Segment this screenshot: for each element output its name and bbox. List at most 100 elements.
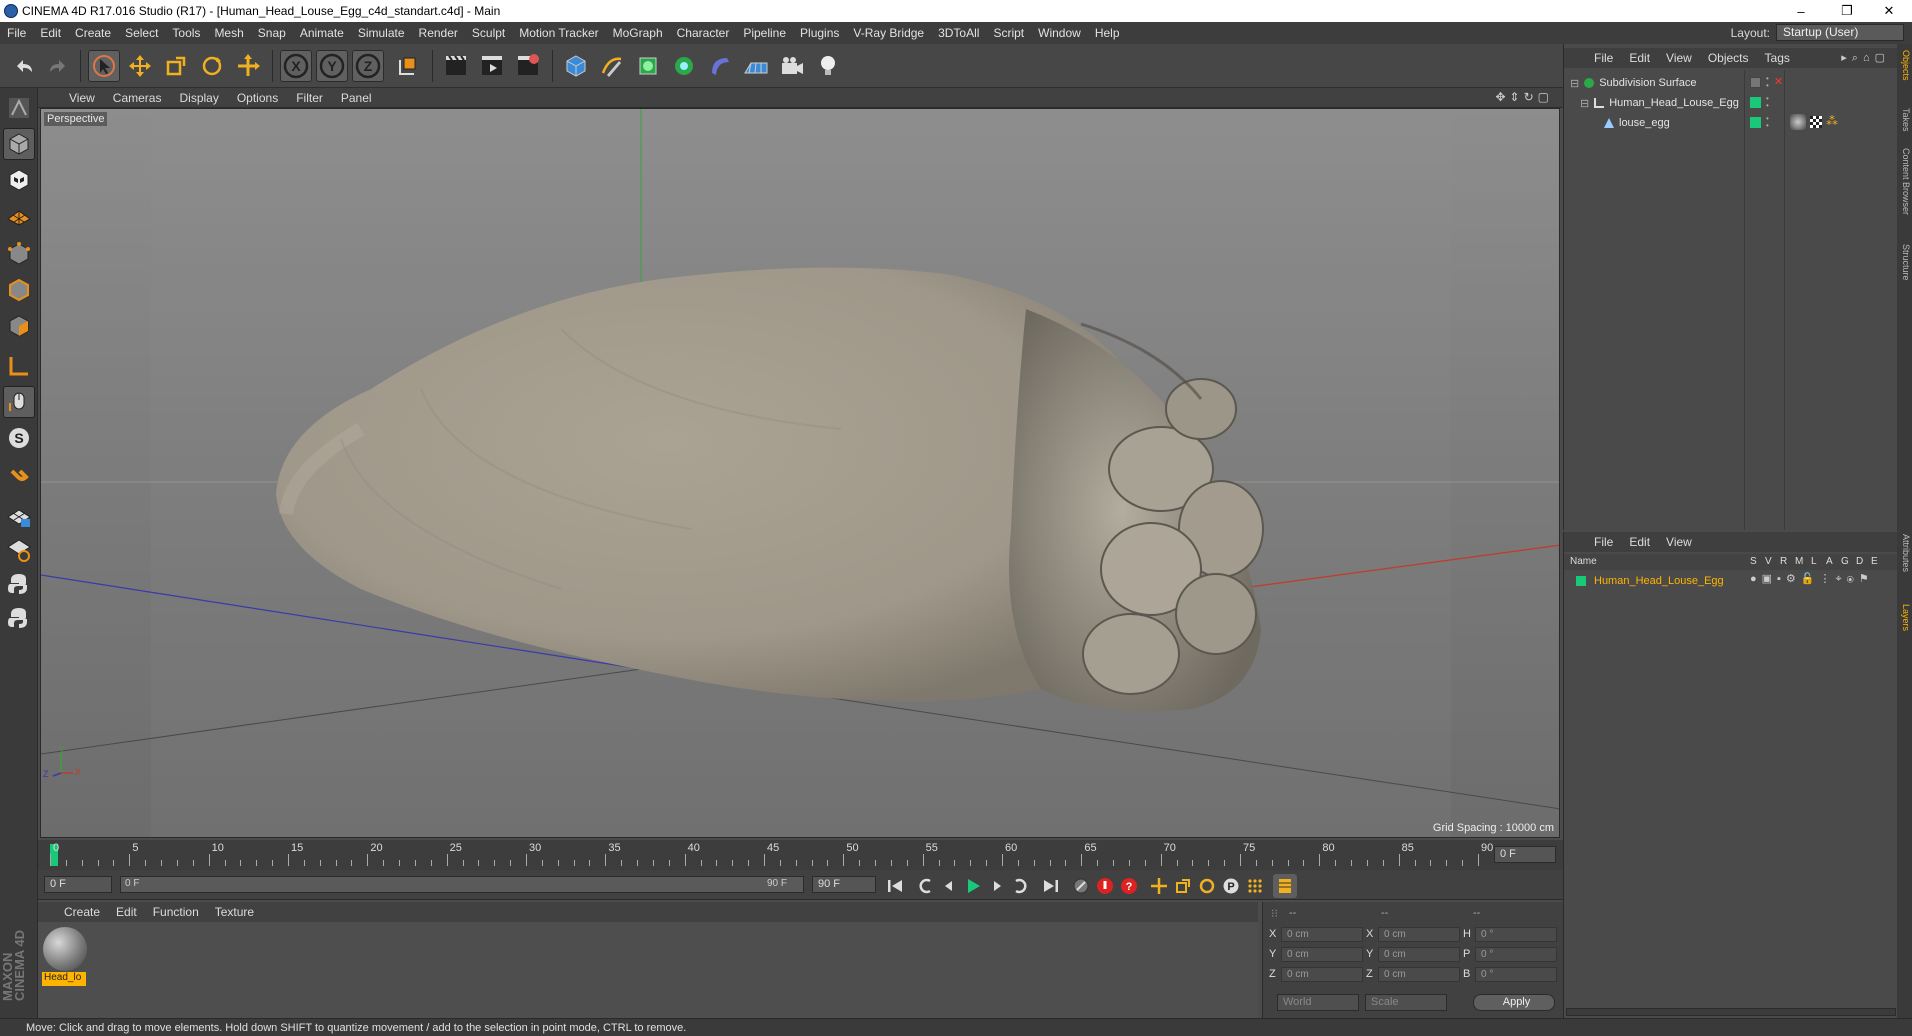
rotate-tool-icon[interactable]	[196, 50, 228, 82]
layer-column-solo[interactable]: S	[1750, 556, 1757, 567]
menu-render[interactable]: Render	[412, 26, 465, 40]
layer-column-generators[interactable]: G	[1841, 556, 1849, 567]
timeline-ruler[interactable]: 0 5 10 15 20 25 30 35 40 45 50 55 60 65 70 75 80 85 90 0 F	[38, 840, 1563, 870]
rotation-b-field[interactable]: 0 °	[1475, 967, 1557, 982]
object-menu-view[interactable]: View	[1658, 51, 1700, 65]
size-mode-select[interactable]: Scale	[1365, 994, 1447, 1011]
object-menu-tags[interactable]: Tags	[1757, 51, 1798, 65]
start-frame-field[interactable]: 0 F	[44, 876, 112, 893]
menu-select[interactable]: Select	[118, 26, 165, 40]
viewport-menu-display[interactable]: Display	[170, 91, 227, 105]
end-frame-field[interactable]: 90 F	[812, 876, 876, 893]
workplane-lock-icon[interactable]	[3, 500, 35, 532]
menu-plugins[interactable]: Plugins	[793, 26, 846, 40]
key-point-level-icon[interactable]	[1243, 874, 1267, 898]
material-tag-icon[interactable]	[1790, 114, 1806, 130]
layer-horizontal-scrollbar[interactable]	[1566, 1008, 1896, 1016]
menu-animate[interactable]: Animate	[293, 26, 351, 40]
coordinate-space-select[interactable]: World	[1277, 994, 1359, 1011]
viewport-menu-filter[interactable]: Filter	[287, 91, 332, 105]
side-tab-layers[interactable]: Layers	[1898, 604, 1911, 631]
scale-tool-icon[interactable]	[160, 50, 192, 82]
uvw-tag-icon[interactable]	[1810, 116, 1822, 128]
cloner-icon[interactable]	[668, 50, 700, 82]
go-to-start-icon[interactable]	[883, 874, 907, 898]
y-axis-lock-icon[interactable]: Y	[316, 50, 348, 82]
edges-mode-icon[interactable]	[3, 274, 35, 306]
workplane-mode-icon[interactable]	[3, 200, 35, 232]
layer-column-manager[interactable]: M	[1795, 556, 1803, 567]
record-active-objects-icon[interactable]	[1093, 874, 1117, 898]
live-selection-icon[interactable]	[88, 50, 120, 82]
locked-workplane-icon[interactable]	[3, 534, 35, 566]
menu-vray-bridge[interactable]: V-Ray Bridge	[846, 26, 931, 40]
layer-toggle-icons[interactable]: ●▣▪⚙🔓⋮⌖⦿⚑	[1750, 572, 1874, 586]
layer-column-view[interactable]: V	[1765, 556, 1772, 567]
material-menu-edit[interactable]: Edit	[108, 905, 145, 919]
tree-expand-icon[interactable]: ⊟	[1580, 97, 1589, 110]
previous-frame-icon[interactable]	[937, 874, 961, 898]
maximize-button[interactable]: ❐	[1824, 0, 1870, 22]
redo-icon[interactable]	[42, 50, 74, 82]
menu-tools[interactable]: Tools	[165, 26, 207, 40]
autokeying-icon[interactable]: ?	[1117, 874, 1141, 898]
menu-script[interactable]: Script	[986, 26, 1031, 40]
subdivision-surface-icon[interactable]	[632, 50, 664, 82]
layer-row[interactable]: Human_Head_Louse_Egg ●▣▪⚙🔓⋮⌖⦿⚑	[1564, 572, 1898, 590]
menu-mesh[interactable]: Mesh	[207, 26, 250, 40]
layer-menu-file[interactable]: File	[1586, 535, 1621, 549]
visibility-dots-icon[interactable]: • •	[1766, 75, 1769, 90]
layer-menu-edit[interactable]: Edit	[1621, 535, 1658, 549]
object-row[interactable]: louse_egg • • ⁂	[1564, 114, 1898, 132]
layer-color-icon[interactable]	[1750, 117, 1761, 128]
side-tab-takes[interactable]: Takes	[1898, 108, 1911, 132]
camera-icon[interactable]	[776, 50, 808, 82]
disabled-x-icon[interactable]: ✕	[1774, 75, 1783, 88]
light-icon[interactable]	[812, 50, 844, 82]
transform-tool-icon[interactable]	[232, 50, 264, 82]
x-axis-lock-icon[interactable]: X	[280, 50, 312, 82]
polygons-mode-icon[interactable]	[3, 310, 35, 342]
layout-select[interactable]: Startup (User)	[1776, 24, 1904, 41]
key-parameter-icon[interactable]: P	[1219, 874, 1243, 898]
object-menu-edit[interactable]: Edit	[1621, 51, 1658, 65]
layer-name[interactable]: Human_Head_Louse_Egg	[1594, 575, 1724, 587]
rotation-h-field[interactable]: 0 °	[1475, 927, 1557, 942]
side-tab-attributes[interactable]: Attributes	[1898, 534, 1911, 572]
viewport-menu-cameras[interactable]: Cameras	[104, 91, 171, 105]
model-mode-icon[interactable]	[3, 128, 35, 160]
key-scale-icon[interactable]	[1171, 874, 1195, 898]
object-name[interactable]: Human_Head_Louse_Egg	[1609, 97, 1739, 109]
undo-icon[interactable]	[8, 50, 40, 82]
material-menu-function[interactable]: Function	[145, 905, 207, 919]
current-frame-field[interactable]: 0 F	[1494, 846, 1556, 863]
material-menu-create[interactable]: Create	[56, 905, 108, 919]
move-tool-icon[interactable]	[124, 50, 156, 82]
menu-create[interactable]: Create	[68, 26, 118, 40]
coordinate-system-icon[interactable]	[392, 50, 424, 82]
position-z-field[interactable]: 0 cm	[1281, 967, 1363, 982]
visibility-dots-icon[interactable]: • •	[1766, 115, 1769, 130]
size-z-field[interactable]: 0 cm	[1378, 967, 1460, 982]
menu-3dtoall[interactable]: 3DToAll	[931, 26, 986, 40]
menu-sculpt[interactable]: Sculpt	[465, 26, 512, 40]
size-x-field[interactable]: 0 cm	[1378, 927, 1460, 942]
material-swatch[interactable]: Head_lo	[42, 926, 88, 988]
floor-scene-icon[interactable]	[740, 50, 772, 82]
texture-mode-icon[interactable]	[3, 164, 35, 196]
size-y-field[interactable]: 0 cm	[1378, 947, 1460, 962]
pen-spline-icon[interactable]	[596, 50, 628, 82]
rotation-p-field[interactable]: 0 °	[1475, 947, 1557, 962]
viewport-menu-options[interactable]: Options	[228, 91, 287, 105]
layer-column-deformers[interactable]: D	[1856, 556, 1863, 567]
cube-primitive-icon[interactable]	[560, 50, 592, 82]
position-y-field[interactable]: 0 cm	[1281, 947, 1363, 962]
layer-swatch-icon[interactable]	[1750, 77, 1761, 88]
timeline-window-icon[interactable]	[1273, 874, 1297, 898]
layer-column-locked[interactable]: L	[1811, 556, 1817, 567]
object-menu-objects[interactable]: Objects	[1700, 51, 1757, 65]
next-keyframe-icon[interactable]	[1009, 874, 1033, 898]
deformer-icon[interactable]	[704, 50, 736, 82]
menu-snap[interactable]: Snap	[251, 26, 293, 40]
points-mode-icon[interactable]	[3, 238, 35, 270]
